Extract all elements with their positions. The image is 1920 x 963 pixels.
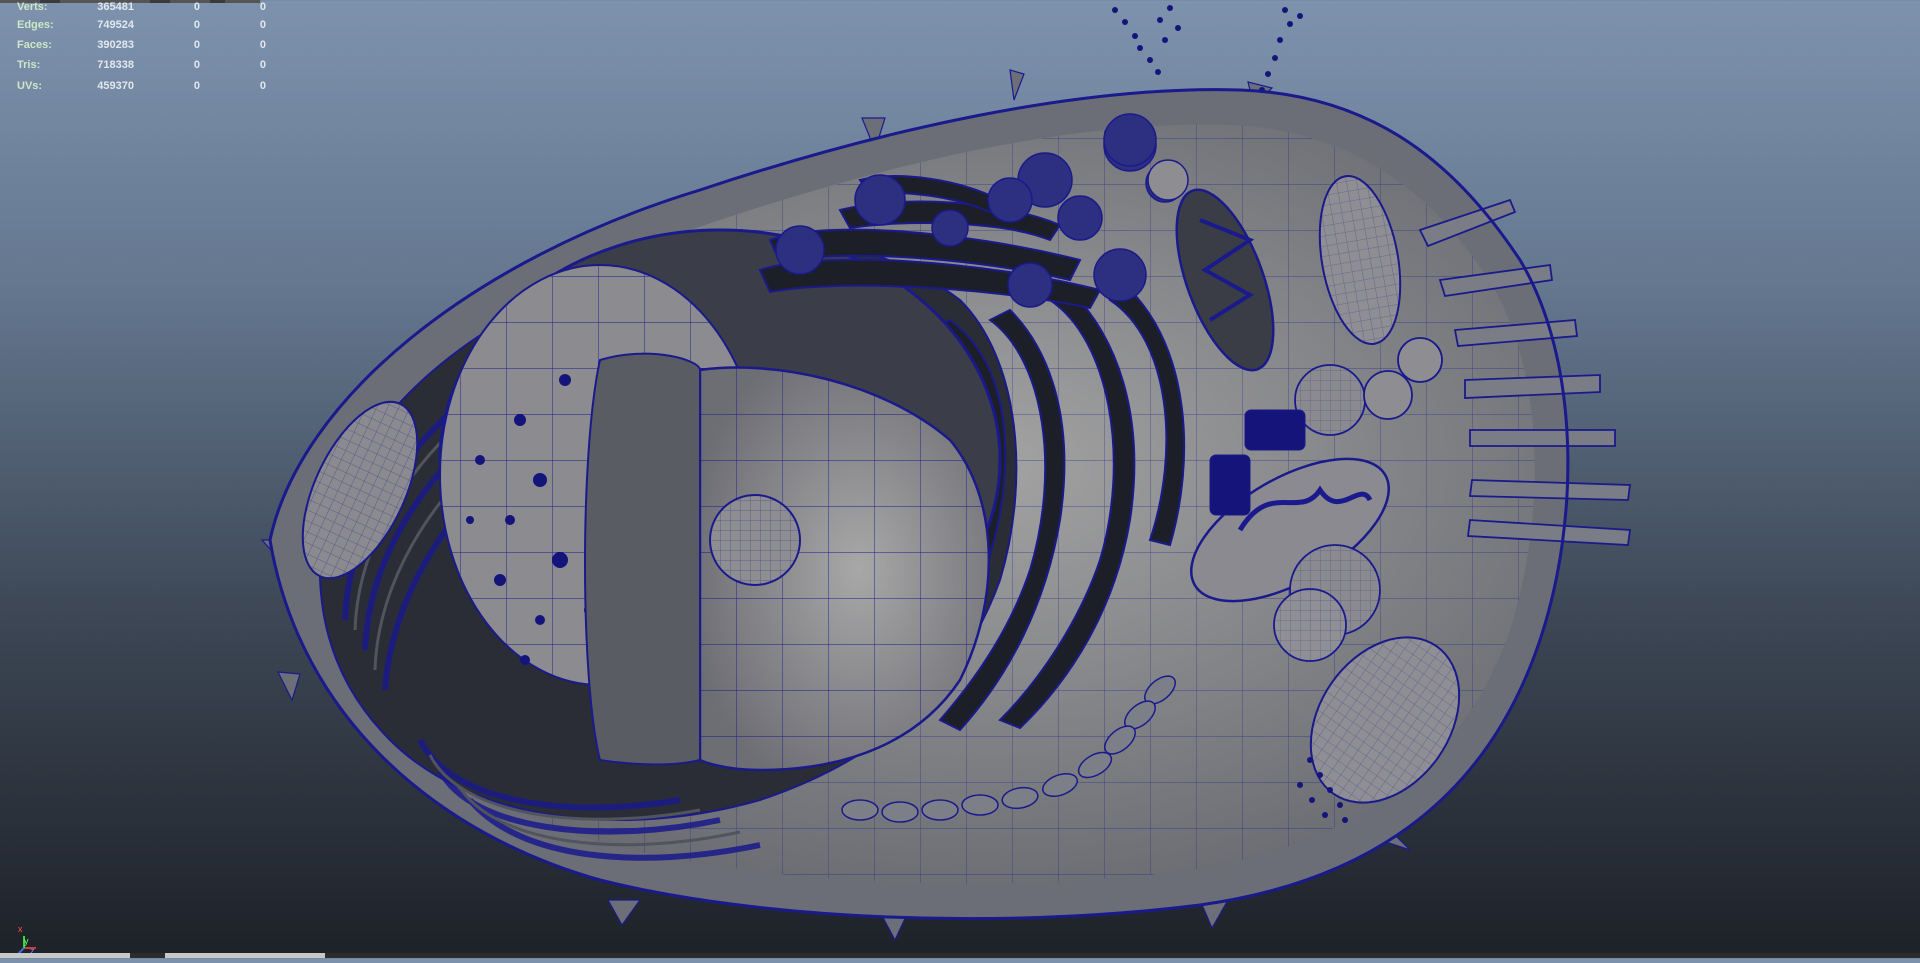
bottom-strip: [0, 953, 1920, 958]
hud-row-faces: Faces: 390283 0 0: [0, 39, 300, 57]
hud-row-uvs: UVs: 459370 0 0: [0, 80, 300, 98]
hud-value-selected: 0: [193, 39, 200, 51]
hud-label: Faces:: [17, 39, 52, 51]
hud-label: Edges:: [17, 19, 54, 31]
axis-y-label: y: [24, 936, 29, 946]
hud-value-selected: 0: [193, 59, 200, 71]
vesicle-top-small: [1147, 159, 1189, 201]
hud-value-total: 365481: [97, 1, 134, 13]
hud-value-total: 459370: [97, 80, 134, 92]
hud-value-selected: 0: [193, 19, 200, 31]
hud-value-selected: 0: [193, 80, 200, 92]
strip-segment: [165, 953, 325, 958]
hud-label: UVs:: [17, 80, 43, 92]
hud-label: Verts:: [17, 1, 48, 13]
strip-segment: [0, 953, 130, 958]
hud-value-total: 390283: [97, 39, 134, 51]
hud-value-total: 749524: [97, 19, 134, 31]
hud-label: Tris:: [17, 59, 41, 71]
nucleus-inner-wall: [584, 352, 701, 766]
cell-model-render[interactable]: [0, 0, 1920, 958]
hud-row-verts: Verts: 365481 0 0: [0, 1, 300, 19]
hud-value-other: 0: [259, 1, 266, 13]
hud-value-other: 0: [259, 80, 266, 92]
hud-value-other: 0: [259, 59, 266, 71]
vesicle-top: [1103, 113, 1157, 167]
hud-value-selected: 0: [193, 1, 200, 13]
axis-x-label: x: [18, 924, 23, 934]
secretory-particles: [1112, 5, 1303, 93]
hud-value-total: 718338: [97, 59, 134, 71]
hud-value-other: 0: [259, 39, 266, 51]
3d-viewport[interactable]: [0, 0, 1920, 958]
hud-row-tris: Tris: 718338 0 0: [0, 59, 300, 77]
hud-row-edges: Edges: 749524 0 0: [0, 19, 300, 37]
hud-value-other: 0: [259, 19, 266, 31]
